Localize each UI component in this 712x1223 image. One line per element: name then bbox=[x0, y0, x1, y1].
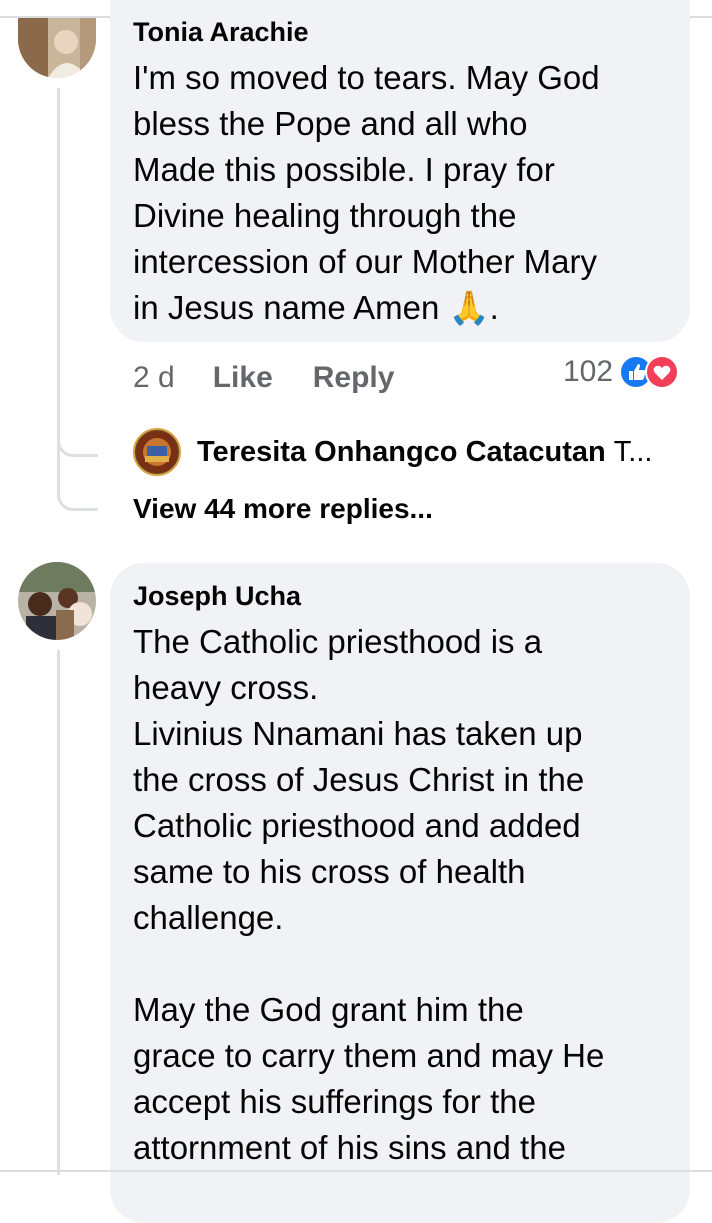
comment-timestamp[interactable]: 2 d bbox=[133, 361, 175, 395]
reply-button[interactable]: Reply bbox=[313, 361, 395, 395]
comment-line: bless the Pope and all who bbox=[133, 105, 528, 142]
thread-connector bbox=[57, 460, 98, 511]
comment-line: in Jesus name Amen bbox=[133, 289, 440, 326]
comment-text: The Catholic priesthood is a heavy cross… bbox=[133, 619, 688, 1171]
comment-author[interactable]: Joseph Ucha bbox=[133, 580, 301, 612]
comment-line: Catholic priesthood and added bbox=[133, 807, 581, 844]
praying-hands-icon: 🙏 bbox=[448, 289, 490, 326]
comment-line: same to his cross of health bbox=[133, 853, 526, 890]
comment-line: Divine healing through the bbox=[133, 197, 517, 234]
reaction-summary[interactable]: 102 bbox=[563, 355, 680, 389]
comment-line: accept his sufferings for the bbox=[133, 1083, 536, 1120]
comment-line-blank bbox=[133, 941, 688, 987]
comment-trailing-text: . bbox=[489, 289, 499, 326]
reaction-count: 102 bbox=[563, 355, 614, 388]
thread-line bbox=[57, 650, 60, 1175]
comment-line: Made this possible. I pray for bbox=[133, 151, 555, 188]
comment-bubble: Tonia Arachie I'm so moved to tears. May… bbox=[110, 0, 690, 342]
like-button[interactable]: Like bbox=[213, 361, 273, 395]
tonia-avatar[interactable] bbox=[18, 18, 96, 78]
comment-actions: 2 d Like Reply bbox=[133, 358, 434, 398]
comment-text: I'm so moved to tears. May God bless the… bbox=[133, 55, 688, 331]
comment-bubble: Joseph Ucha The Catholic priesthood is a… bbox=[110, 563, 690, 1223]
comment-line: I'm so moved to tears. May God bbox=[133, 59, 600, 96]
joseph-avatar[interactable] bbox=[18, 562, 96, 640]
comment-line: The Catholic priesthood is a bbox=[133, 623, 543, 660]
comment-line: challenge. bbox=[133, 899, 284, 936]
reply-author[interactable]: Teresita Onhangco Catacutan bbox=[197, 436, 606, 469]
comment-line: the cross of Jesus Christ in the bbox=[133, 761, 585, 798]
comment-line-last: in Jesus name Amen 🙏. bbox=[133, 285, 688, 331]
teresita-avatar[interactable] bbox=[133, 428, 181, 476]
bottom-divider bbox=[0, 1170, 712, 1172]
reply-preview[interactable]: Teresita Onhangco Catacutan T... bbox=[133, 428, 693, 476]
comment-line: Livinius Nnamani has taken up bbox=[133, 715, 583, 752]
comment-line: intercession of our Mother Mary bbox=[133, 243, 598, 280]
comment-line: heavy cross. bbox=[133, 669, 319, 706]
love-icon bbox=[645, 355, 680, 389]
reply-snippet: T... bbox=[613, 435, 653, 468]
comment-line: attornment of his sins and the bbox=[133, 1129, 566, 1166]
comment-line: May the God grant him the bbox=[133, 991, 524, 1028]
comment-line: grace to carry them and may He bbox=[133, 1037, 605, 1074]
comment-author[interactable]: Tonia Arachie bbox=[133, 16, 309, 48]
thread-connector bbox=[57, 400, 98, 457]
view-more-replies-link[interactable]: View 44 more replies... bbox=[133, 493, 433, 525]
